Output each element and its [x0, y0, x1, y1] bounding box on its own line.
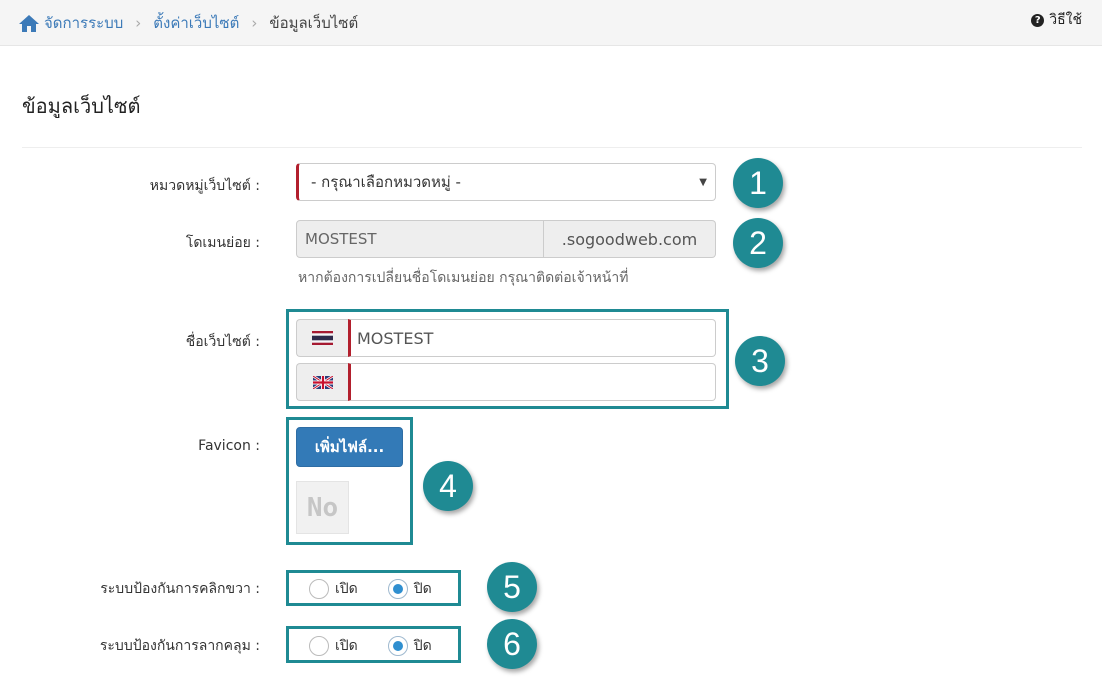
subdomain-help-text: หากต้องการเปลี่ยนชื่อโดเมนย่อย กรุณาติดต…	[298, 270, 629, 286]
subdomain-input[interactable]: MOSTEST	[296, 220, 544, 258]
subdomain-label: โดเมนย่อย :	[185, 235, 260, 251]
chevron-right-icon: ›	[251, 14, 258, 32]
right-click-on-radio[interactable]	[309, 579, 329, 599]
drag-protection-label: ระบบป้องกันการลากคลุม :	[99, 638, 260, 654]
home-icon[interactable]	[18, 13, 40, 33]
favicon-preview: No	[296, 481, 349, 534]
category-selected-value: - กรุณาเลือกหมวดหมู่ -	[311, 173, 461, 191]
drag-on-label[interactable]: เปิด	[335, 635, 358, 657]
add-file-button[interactable]: เพิ่มไฟล์...	[296, 427, 403, 467]
breadcrumb-system[interactable]: จัดการระบบ	[44, 11, 123, 35]
favicon-preview-text: No	[306, 492, 339, 523]
thailand-flag-icon	[296, 319, 348, 357]
callout-5: 5	[487, 562, 537, 612]
drag-off-label[interactable]: ปิด	[414, 635, 432, 657]
right-click-off-radio[interactable]	[387, 579, 408, 599]
site-name-english-row	[296, 363, 716, 401]
site-name-english-input[interactable]	[348, 363, 716, 401]
help-label: วิธีใช้	[1049, 12, 1082, 28]
right-click-protection-options: เปิด ปิด	[309, 578, 462, 600]
right-click-off-label[interactable]: ปิด	[414, 578, 432, 600]
page-title: ข้อมูลเว็บไซต์	[22, 94, 141, 118]
category-label: หมวดหมู่เว็บไซต์ :	[149, 178, 260, 194]
right-click-on-label[interactable]: เปิด	[335, 578, 358, 600]
breadcrumb: จัดการระบบ › ตั้งค่าเว็บไซต์ › ข้อมูลเว็…	[18, 11, 358, 35]
divider	[22, 147, 1082, 148]
drag-off-radio[interactable]	[387, 636, 408, 656]
top-bar: จัดการระบบ › ตั้งค่าเว็บไซต์ › ข้อมูลเว็…	[0, 0, 1102, 46]
callout-3: 3	[735, 336, 785, 386]
uk-flag-icon	[296, 363, 348, 401]
site-name-label: ชื่อเว็บไซต์ :	[185, 334, 260, 350]
drag-protection-options: เปิด ปิด	[309, 635, 462, 657]
subdomain-suffix: .sogoodweb.com	[544, 220, 716, 258]
callout-1: 1	[733, 158, 783, 208]
callout-4: 4	[423, 461, 473, 511]
question-circle-icon: ?	[1031, 13, 1045, 27]
help-link[interactable]: ? วิธีใช้	[1031, 9, 1082, 31]
favicon-label: Favicon :	[198, 438, 260, 454]
chevron-right-icon: ›	[135, 14, 142, 32]
breadcrumb-website-settings[interactable]: ตั้งค่าเว็บไซต์	[153, 11, 239, 35]
category-select[interactable]: - กรุณาเลือกหมวดหมู่ - ▼	[296, 163, 716, 201]
caret-down-icon: ▼	[699, 177, 707, 188]
right-click-protection-label: ระบบป้องกันการคลิกขวา :	[100, 581, 260, 597]
breadcrumb-current: ข้อมูลเว็บไซต์	[269, 14, 359, 32]
site-name-thai-row: MOSTEST	[296, 319, 716, 357]
callout-2: 2	[733, 218, 783, 268]
drag-on-radio[interactable]	[309, 636, 329, 656]
callout-6: 6	[487, 619, 537, 669]
site-name-thai-input[interactable]: MOSTEST	[348, 319, 716, 357]
